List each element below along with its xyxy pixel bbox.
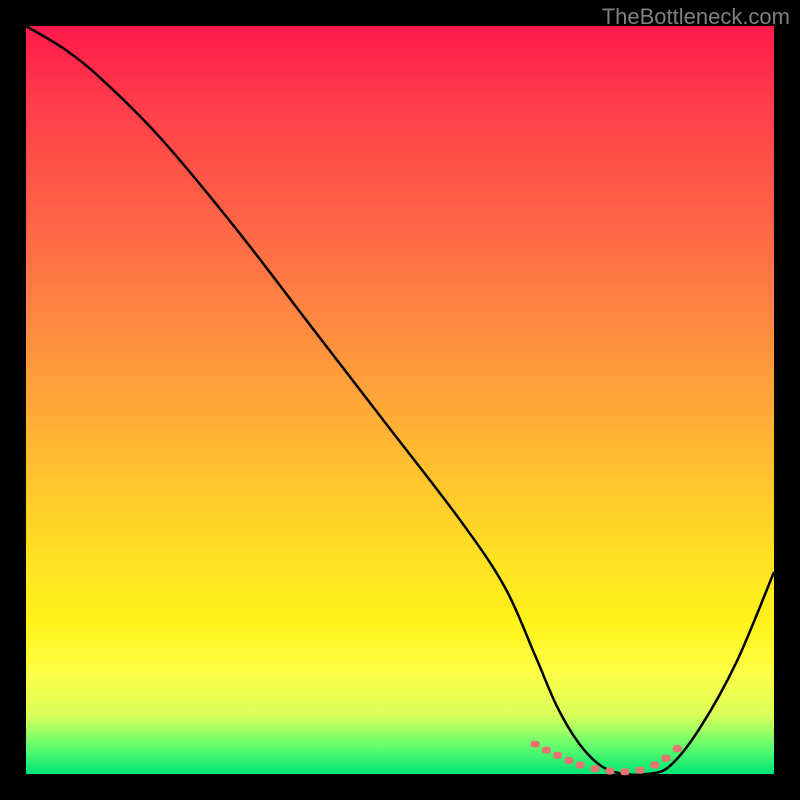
chart-marker: [531, 741, 540, 748]
chart-plot-area: [26, 26, 774, 774]
chart-marker: [553, 752, 562, 759]
chart-marker: [650, 762, 659, 769]
chart-marker: [662, 755, 671, 762]
chart-marker: [591, 765, 600, 772]
chart-curve: [26, 26, 774, 775]
chart-markers: [531, 741, 682, 776]
chart-marker: [635, 767, 644, 774]
chart-svg: [26, 26, 774, 774]
chart-marker: [564, 757, 573, 764]
chart-marker: [673, 745, 682, 752]
chart-marker: [542, 747, 551, 754]
chart-marker: [605, 768, 614, 775]
watermark-text: TheBottleneck.com: [602, 4, 790, 30]
chart-marker: [576, 762, 585, 769]
chart-marker: [620, 768, 629, 775]
